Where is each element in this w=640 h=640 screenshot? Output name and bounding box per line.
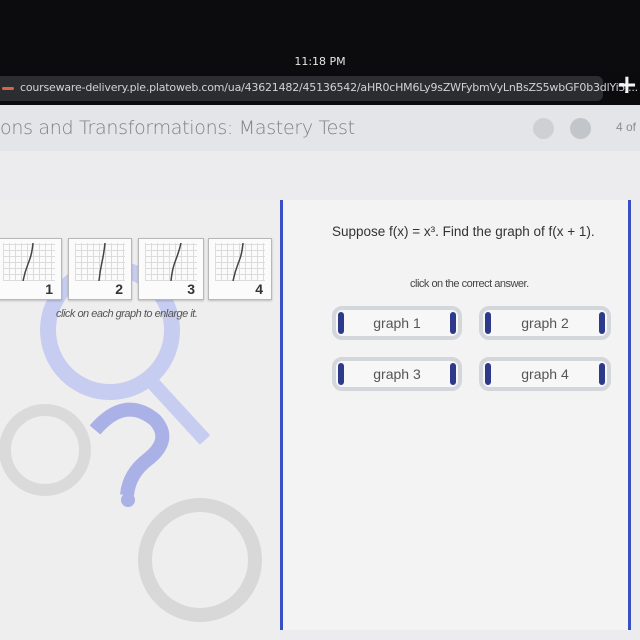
plus-icon[interactable]: +: [616, 70, 638, 100]
question-pane: [280, 200, 631, 630]
url-text[interactable]: courseware-delivery.ple.platoweb.com/ua/…: [20, 81, 638, 94]
answer-graph-1-button[interactable]: graph 1: [332, 306, 462, 340]
question-text: Suppose f(x) = x³. Find the graph of f(x…: [332, 224, 595, 239]
page-indicator: 4 of: [616, 120, 637, 134]
graph-thumbnail-1[interactable]: 1: [0, 238, 62, 300]
site-icon: [2, 87, 14, 90]
answer-graph-2-button[interactable]: graph 2: [479, 306, 611, 340]
clock: 11:18 PM: [294, 55, 346, 68]
graph-thumbnail-4[interactable]: 4: [208, 238, 272, 300]
graph-thumbnail-2[interactable]: 2: [68, 238, 132, 300]
nav-forward-button[interactable]: [570, 118, 591, 139]
answer-instruction: click on the correct answer.: [410, 278, 529, 290]
nav-back-button[interactable]: [533, 118, 554, 139]
answer-graph-3-button[interactable]: graph 3: [332, 357, 462, 391]
graphs-caption: click on each graph to enlarge it.: [56, 308, 198, 320]
page-title: ons and Transformations: Mastery Test: [0, 117, 355, 139]
answer-graph-4-button[interactable]: graph 4: [479, 357, 611, 391]
graph-thumbnail-3[interactable]: 3: [138, 238, 204, 300]
